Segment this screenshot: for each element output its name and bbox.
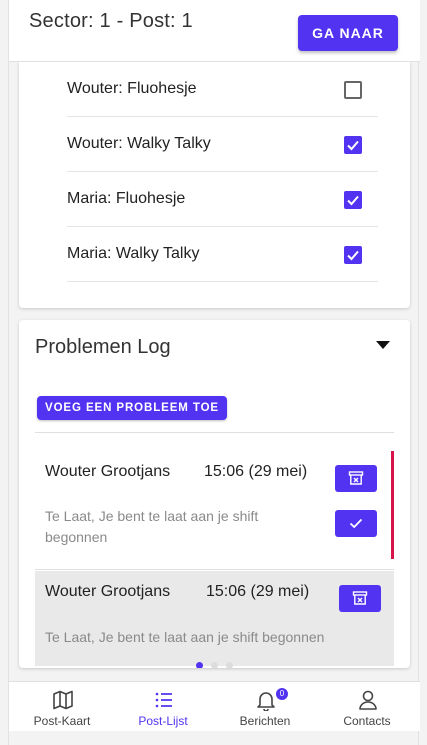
checklist-item[interactable]: Maria: Fluohesje: [67, 172, 378, 227]
check-icon: [347, 250, 359, 261]
checklist-item-label: Wouter: Fluohesje: [67, 80, 197, 97]
checklist-item[interactable]: Maria: Walky Talky: [67, 227, 378, 282]
entry-description: Te Laat, Je bent te laat aan je shift be…: [45, 508, 259, 545]
collapse-caret-icon[interactable]: [376, 341, 390, 349]
add-problem-button[interactable]: VOEG EEN PROBLEEM TOE: [37, 396, 227, 420]
entry-time: 15:06 (29 mei): [204, 463, 308, 480]
nav-item-post-lijst[interactable]: Post-Lijst: [112, 682, 214, 732]
entry-time: 15:06 (29 mei): [206, 583, 310, 600]
nav-item-berichten[interactable]: 0 Berichten: [214, 682, 316, 732]
nav-label: Post-Lijst: [138, 714, 188, 728]
bottom-nav: Post-Kaart Post-Lijst 0 Berichten Contac…: [9, 681, 420, 731]
problem-log-entry[interactable]: Wouter Grootjans 15:06 (29 mei) Te Laat,…: [35, 432, 394, 570]
problem-log-card: Problemen Log VOEG EEN PROBLEEM TOE Wout…: [19, 320, 410, 668]
nav-label: Post-Kaart: [33, 714, 91, 728]
app-frame: Sector: 1 - Post: 1 GA NAAR Wouter: Fluo…: [8, 0, 420, 745]
archive-icon: [352, 591, 368, 605]
goto-button[interactable]: GA NAAR: [298, 15, 398, 51]
bell-icon: [257, 692, 275, 711]
top-bar: Sector: 1 - Post: 1 GA NAAR: [9, 0, 420, 62]
alert-indicator: [391, 451, 394, 559]
checkbox[interactable]: [344, 191, 362, 209]
checkbox[interactable]: [344, 136, 362, 154]
check-icon: [347, 140, 359, 151]
problem-log-entry[interactable]: Wouter Grootjans 15:06 (29 mei) Te Laat,…: [35, 571, 394, 666]
archive-button[interactable]: [335, 465, 377, 492]
check-icon: [347, 195, 359, 206]
entry-description: Te Laat, Je bent te laat aan je shift be…: [45, 629, 325, 645]
nav-item-contacts[interactable]: Contacts: [316, 682, 418, 732]
checkbox[interactable]: [344, 81, 362, 99]
checklist-item-label: Maria: Walky Talky: [67, 245, 200, 262]
checkbox[interactable]: [344, 246, 362, 264]
problem-log-title: Problemen Log: [35, 336, 171, 358]
nav-label: Berichten: [239, 714, 291, 728]
pager-dots: [19, 656, 410, 668]
checklist-item[interactable]: Wouter: Walky Talky: [67, 117, 378, 172]
nav-label: Contacts: [343, 714, 391, 728]
resolve-button[interactable]: [335, 510, 377, 537]
checklist-card: Wouter: Fluohesje Wouter: Walky Talky Ma…: [19, 62, 410, 308]
user-icon: [359, 690, 377, 710]
notification-badge: 0: [276, 688, 288, 700]
pager-dot[interactable]: [226, 662, 233, 668]
pager-dot[interactable]: [196, 662, 203, 668]
check-icon: [349, 518, 363, 529]
list-icon: [155, 692, 172, 708]
entry-name: Wouter Grootjans: [45, 583, 171, 600]
checklist-item[interactable]: Wouter: Fluohesje: [67, 62, 378, 117]
archive-button[interactable]: [339, 585, 381, 612]
nav-item-post-kaart[interactable]: Post-Kaart: [11, 682, 113, 732]
map-icon: [53, 690, 73, 710]
pager-dot[interactable]: [211, 662, 218, 668]
archive-icon: [348, 471, 364, 485]
page-title: Sector: 1 - Post: 1: [29, 10, 193, 32]
checklist-item-label: Wouter: Walky Talky: [67, 135, 211, 152]
checklist-item-label: Maria: Fluohesje: [67, 190, 186, 207]
entry-name: Wouter Grootjans: [45, 463, 171, 480]
